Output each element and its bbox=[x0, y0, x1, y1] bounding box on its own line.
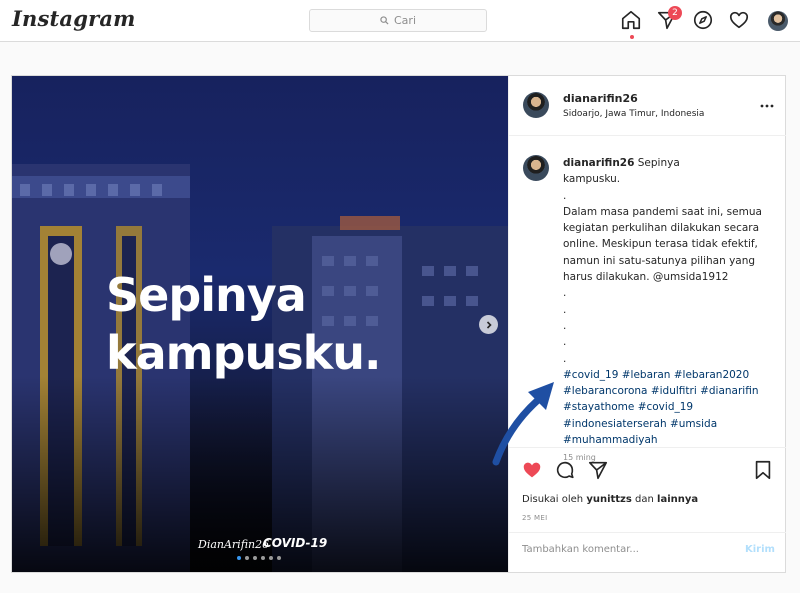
carousel-dot[interactable] bbox=[253, 556, 257, 560]
notification-badge: 2 bbox=[668, 6, 682, 20]
caption-line: harus dilakukan. @umsida1912 bbox=[563, 271, 729, 284]
caption-line: . bbox=[563, 336, 567, 349]
hashtag-line[interactable]: #lebarancorona #idulfitri #dianarifin bbox=[563, 383, 768, 399]
liked-by-text: Disukai oleh yunittzs dan lainnya bbox=[522, 494, 698, 505]
caption-line: . bbox=[563, 287, 567, 300]
image-overlay-title: Sepinya kampusku. bbox=[106, 266, 466, 382]
caption-line: . bbox=[563, 352, 567, 365]
caption-line: namun ini satu-satunya pilihan yang bbox=[563, 254, 756, 267]
caption-line: . bbox=[563, 303, 567, 316]
caption-first-text: Sepinya bbox=[637, 157, 680, 169]
share-icon[interactable] bbox=[587, 459, 609, 481]
home-icon[interactable] bbox=[620, 9, 644, 39]
carousel-dot[interactable] bbox=[237, 556, 241, 560]
caption-username[interactable]: dianarifin26 bbox=[563, 157, 634, 169]
liked-by-and: dan bbox=[635, 494, 654, 505]
caption-author-avatar[interactable] bbox=[523, 155, 549, 181]
hashtag-line[interactable]: #covid_19 #lebaran #lebaran2020 bbox=[563, 367, 768, 383]
carousel-dots bbox=[237, 556, 281, 560]
caption-line: kampusku. bbox=[563, 173, 621, 186]
search-box[interactable]: Cari bbox=[309, 9, 487, 32]
carousel-next-button[interactable] bbox=[479, 315, 498, 334]
caption-line: kegiatan perkulihan dilakukan secara bbox=[563, 222, 760, 235]
carousel-dot[interactable] bbox=[269, 556, 273, 560]
liked-by-others[interactable]: lainnya bbox=[657, 494, 698, 505]
search-placeholder: Cari bbox=[394, 14, 416, 27]
explore-compass-icon[interactable] bbox=[692, 9, 716, 33]
profile-avatar[interactable] bbox=[768, 11, 788, 31]
save-bookmark-icon[interactable] bbox=[752, 459, 774, 481]
carousel-dot[interactable] bbox=[245, 556, 249, 560]
caption-line: online. Meskipun terasa tidak efektif, bbox=[563, 238, 758, 251]
instagram-logo[interactable]: Instagram bbox=[12, 6, 136, 31]
overlay-line-2: kampusku. bbox=[106, 326, 381, 380]
post-media[interactable]: Sepinya kampusku. DianArifin26 COVID-19 bbox=[12, 76, 508, 572]
top-nav: Instagram Cari 2 bbox=[0, 0, 800, 42]
caption-line: . bbox=[563, 319, 567, 332]
image-covid-label: COVID-19 bbox=[263, 536, 328, 550]
liked-by-user[interactable]: yunittzs bbox=[586, 494, 632, 505]
more-options-icon[interactable] bbox=[759, 98, 775, 114]
hashtag-line[interactable]: #indonesiaterserah #umsida bbox=[563, 416, 768, 432]
carousel-dot[interactable] bbox=[261, 556, 265, 560]
carousel-dot[interactable] bbox=[277, 556, 281, 560]
liked-by-prefix: Disukai oleh bbox=[522, 494, 584, 505]
caption-line: . bbox=[563, 189, 567, 202]
author-avatar[interactable] bbox=[523, 92, 549, 118]
post-header: dianarifin26 Sidoarjo, Jawa Timur, Indon… bbox=[509, 76, 786, 136]
post-location[interactable]: Sidoarjo, Jawa Timur, Indonesia bbox=[563, 109, 704, 119]
caption-line: Dalam masa pandemi saat ini, semua bbox=[563, 205, 762, 218]
direct-message-icon[interactable]: 2 bbox=[656, 6, 682, 33]
post-side-panel: dianarifin26 Sidoarjo, Jawa Timur, Indon… bbox=[508, 76, 786, 572]
active-indicator bbox=[630, 35, 634, 39]
hashtag-line[interactable]: #muhammadiyah bbox=[563, 432, 768, 448]
post-comment-button[interactable]: Kirim bbox=[745, 544, 775, 555]
activity-heart-icon[interactable] bbox=[728, 9, 752, 33]
hashtag-line[interactable]: #stayathome #covid_19 bbox=[563, 399, 768, 415]
chevron-right-icon bbox=[486, 320, 492, 329]
overlay-line-1: Sepinya bbox=[106, 268, 307, 322]
post-caption: dianarifin26 Sepinya kampusku. . Dalam m… bbox=[563, 155, 768, 467]
annotation-arrow bbox=[492, 382, 554, 466]
author-username[interactable]: dianarifin26 bbox=[563, 92, 638, 105]
comment-input[interactable] bbox=[522, 544, 722, 555]
search-icon bbox=[380, 16, 389, 25]
post-card: Sepinya kampusku. DianArifin26 COVID-19 … bbox=[11, 75, 786, 573]
image-signature: DianArifin26 bbox=[198, 538, 270, 551]
post-date[interactable]: 25 MEI bbox=[522, 514, 547, 522]
comment-form: Kirim bbox=[509, 532, 786, 572]
